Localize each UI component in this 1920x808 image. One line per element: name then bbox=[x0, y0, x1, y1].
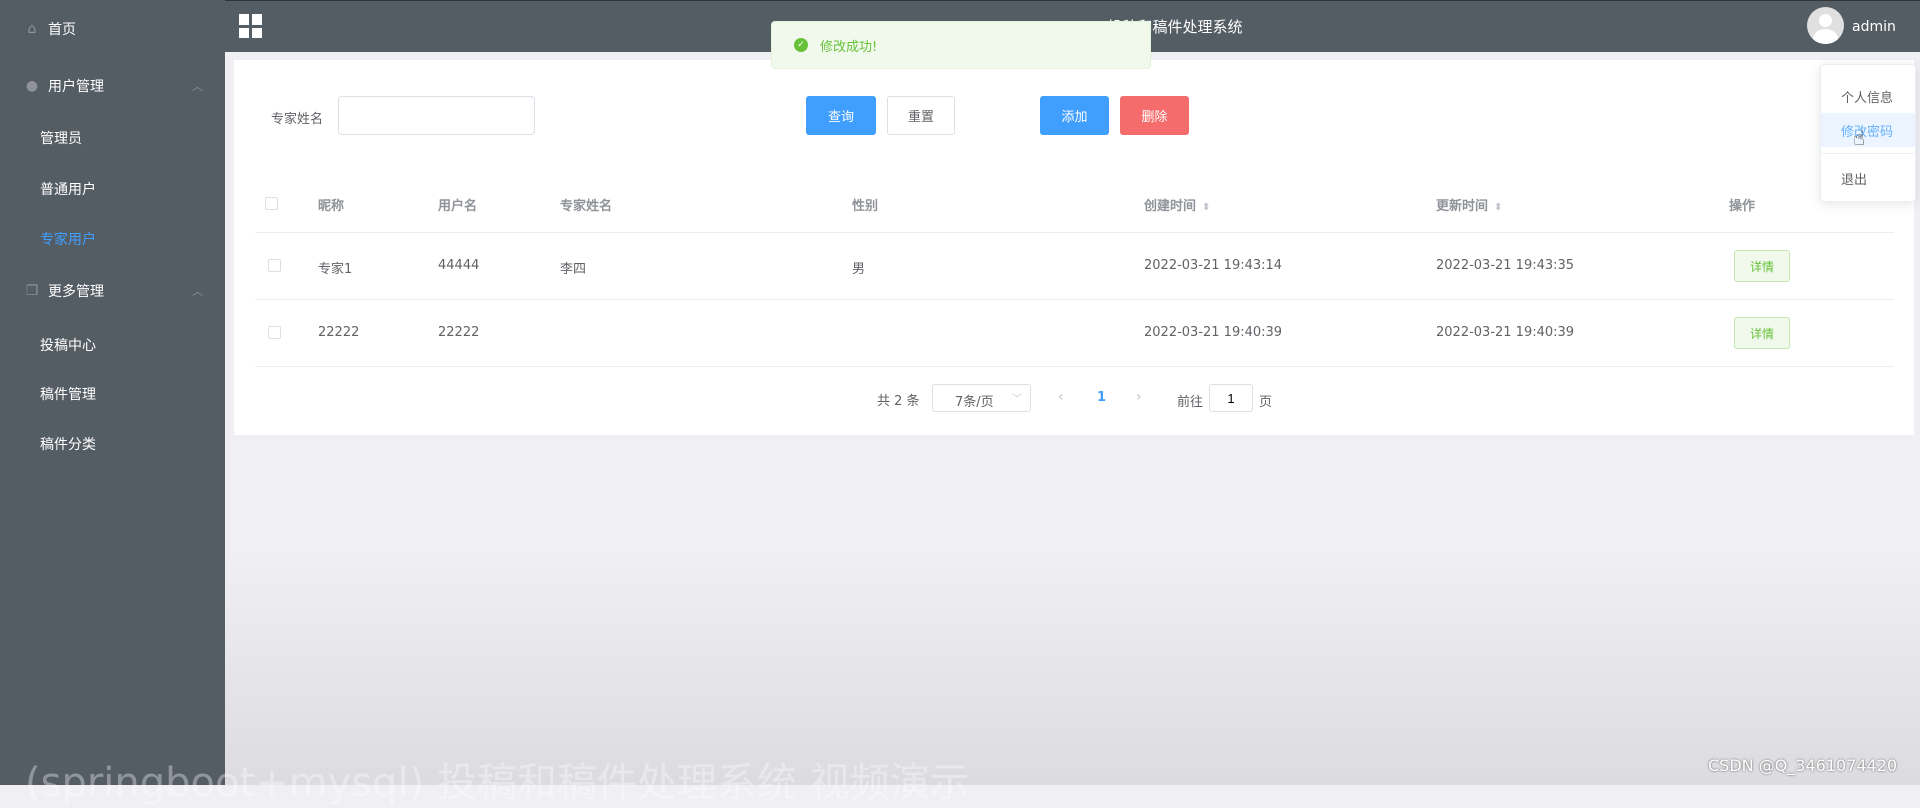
user-icon: ● bbox=[25, 78, 39, 94]
detail-button[interactable]: 详情 bbox=[1734, 250, 1790, 282]
cell-updated: 2022-03-21 19:43:35 bbox=[1436, 258, 1575, 273]
cell-username: 44444 bbox=[438, 258, 480, 273]
check-circle-icon: ✓ bbox=[794, 38, 808, 52]
delete-button[interactable]: 删除 bbox=[1120, 96, 1189, 135]
header-updated[interactable]: 更新时间 ⬍ bbox=[1436, 195, 1502, 214]
sidebar-item-expert-user[interactable]: 专家用户 bbox=[0, 214, 225, 264]
sidebar-item-submission-center[interactable]: 投稿中心 bbox=[0, 320, 225, 370]
cell-gender: 男 bbox=[852, 262, 866, 277]
cell-nickname: 专家1 bbox=[318, 262, 353, 277]
divider bbox=[1821, 153, 1915, 154]
page-1[interactable]: 1 bbox=[1097, 390, 1106, 405]
next-page-icon[interactable]: › bbox=[1136, 389, 1142, 405]
row-checkbox[interactable] bbox=[268, 326, 281, 339]
avatar[interactable] bbox=[1807, 7, 1844, 44]
sidebar-item-more-management[interactable]: ❐ 更多管理 ︿ bbox=[0, 266, 225, 316]
sidebar-item-home[interactable]: ⌂ 首页 bbox=[0, 4, 225, 54]
query-button[interactable]: 查询 bbox=[806, 96, 876, 135]
menu-item-logout[interactable]: 退出 bbox=[1821, 161, 1915, 195]
sidebar-item-admin[interactable]: 管理员 bbox=[0, 113, 225, 163]
sort-icon: ⬍ bbox=[1494, 202, 1503, 213]
sidebar-item-user-management[interactable]: ● 用户管理 ︿ bbox=[0, 61, 225, 111]
watermark: (springboot+mysql) 投稿和稿件处理系统 视频演示 bbox=[25, 760, 970, 806]
sidebar-item-normal-user[interactable]: 普通用户 bbox=[0, 164, 225, 214]
header-nickname: 昵称 bbox=[318, 199, 345, 214]
username[interactable]: admin bbox=[1852, 19, 1896, 35]
home-icon: ⌂ bbox=[27, 21, 37, 37]
goto-page-input[interactable] bbox=[1209, 384, 1253, 412]
user-dropdown-menu: 个人信息 修改密码 退出 bbox=[1820, 64, 1916, 202]
csdn-watermark: CSDN @Q_3461074420 bbox=[1708, 756, 1898, 775]
chevron-up-icon: ︿ bbox=[192, 285, 203, 298]
cell-name: 李四 bbox=[560, 262, 587, 277]
page-size-select[interactable]: 7条/页 ﹀ bbox=[932, 384, 1031, 412]
cell-created: 2022-03-21 19:43:14 bbox=[1144, 258, 1283, 273]
header-gender: 性别 bbox=[852, 199, 879, 214]
sidebar-item-manuscript-management[interactable]: 稿件管理 bbox=[0, 369, 225, 419]
header-created[interactable]: 创建时间 ⬍ bbox=[1144, 195, 1210, 214]
select-all-checkbox[interactable] bbox=[265, 197, 278, 210]
chevron-down-icon: ﹀ bbox=[1012, 394, 1022, 405]
chevron-up-icon: ︿ bbox=[192, 80, 203, 93]
row-checkbox[interactable] bbox=[268, 259, 281, 272]
cell-updated: 2022-03-21 19:40:39 bbox=[1436, 325, 1575, 340]
menu-grid-icon[interactable] bbox=[239, 14, 263, 38]
sidebar: ⌂ 首页 ● 用户管理 ︿ 管理员 普通用户 专家用户 ❐ 更多管理 ︿ 投稿中心 稿件管… bbox=[0, 0, 225, 785]
copy-icon: ❐ bbox=[25, 283, 39, 299]
search-label: 专家姓名 bbox=[271, 112, 324, 127]
cell-created: 2022-03-21 19:40:39 bbox=[1144, 325, 1283, 340]
page-suffix: 页 bbox=[1259, 395, 1273, 410]
cell-username: 22222 bbox=[438, 325, 480, 340]
header-username: 用户名 bbox=[438, 199, 478, 214]
total-count: 共 2 条 bbox=[877, 394, 920, 409]
header-expert-name: 专家姓名 bbox=[560, 199, 613, 214]
menu-item-change-password[interactable]: 修改密码 bbox=[1821, 113, 1915, 147]
menu-item-profile[interactable]: 个人信息 bbox=[1821, 79, 1915, 113]
prev-page-icon[interactable]: ‹ bbox=[1058, 389, 1064, 405]
goto-label: 前往 bbox=[1177, 395, 1204, 410]
sort-icon: ⬍ bbox=[1202, 202, 1211, 213]
hand-cursor-icon: ☝ bbox=[1853, 126, 1866, 150]
reset-button[interactable]: 重置 bbox=[887, 96, 955, 135]
sidebar-item-manuscript-category[interactable]: 稿件分类 bbox=[0, 419, 225, 469]
add-button[interactable]: 添加 bbox=[1040, 96, 1109, 135]
detail-button[interactable]: 详情 bbox=[1734, 317, 1790, 349]
toast-message: 修改成功! bbox=[820, 39, 878, 55]
header-action: 操作 bbox=[1729, 199, 1756, 214]
cell-nickname: 22222 bbox=[318, 325, 360, 340]
expert-name-input[interactable] bbox=[338, 96, 535, 135]
success-toast: ✓ 修改成功! bbox=[771, 21, 1151, 69]
